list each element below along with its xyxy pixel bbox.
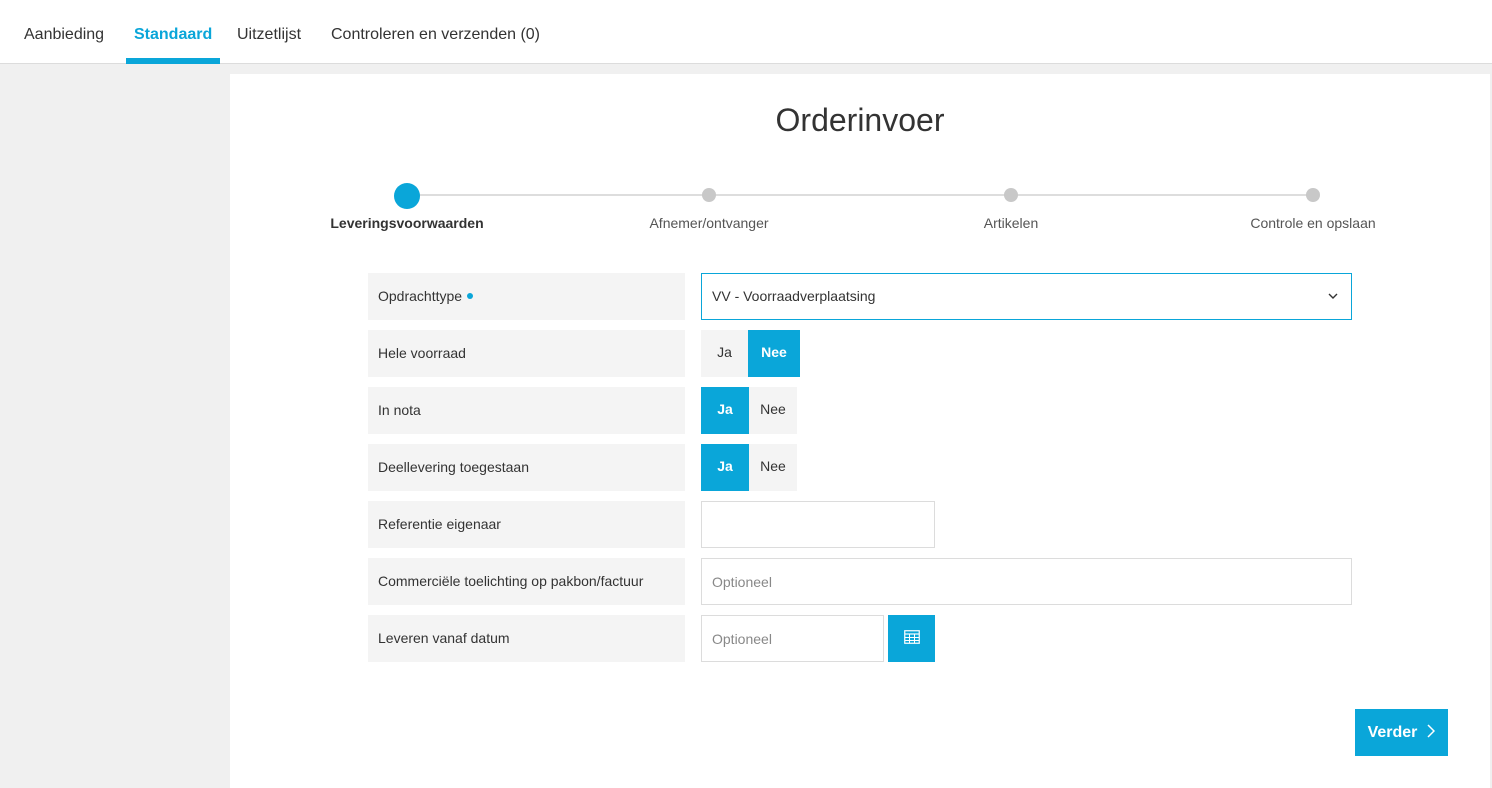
hele-voorraad-label: Hele voorraad (368, 330, 685, 377)
hele-voorraad-nee-option[interactable]: Nee (748, 330, 800, 377)
tab-uitzetlijst[interactable]: Uitzetlijst (229, 0, 309, 64)
referentie-eigenaar-input[interactable] (701, 501, 935, 548)
tab-aanbieding[interactable]: Aanbieding (16, 0, 112, 64)
leveren-vanaf-datum-input[interactable] (701, 615, 884, 662)
opdrachttype-label-text: Opdrachttype (378, 288, 463, 304)
stepper-track (406, 194, 1312, 196)
commerciele-toelichting-label: Commerciële toelichting op pakbon/factuu… (368, 558, 685, 605)
hele-voorraad-ja-option[interactable]: Ja (701, 330, 748, 377)
step-dot-leveringsvoorwaarden (394, 183, 420, 209)
referentie-eigenaar-label: Referentie eigenaar (368, 501, 685, 548)
opdrachttype-selected-value: VV - Voorraadverplaatsing (712, 288, 876, 304)
step-label-controle-en-opslaan: Controle en opslaan (1250, 215, 1376, 231)
verder-button-label: Verder (1367, 723, 1418, 741)
top-navigation: Aanbieding Standaard Uitzetlijst Control… (0, 0, 1492, 64)
leveren-vanaf-datum-label: Leveren vanaf datum (368, 615, 685, 662)
step-dot-afnemer-ontvanger (702, 188, 716, 202)
step-dot-controle-en-opslaan (1306, 188, 1320, 202)
commerciele-toelichting-input[interactable] (701, 558, 1352, 605)
calendar-button[interactable] (888, 615, 935, 662)
step-dot-artikelen (1004, 188, 1018, 202)
order-entry-panel: Orderinvoer Leveringsvoorwaarden Afnemer… (230, 74, 1490, 788)
deellevering-label: Deellevering toegestaan (368, 444, 685, 491)
deellevering-toggle: Ja Nee (701, 444, 797, 491)
opdrachttype-select[interactable]: VV - Voorraadverplaatsing (701, 273, 1352, 320)
chevron-down-icon (1327, 274, 1339, 338)
in-nota-label: In nota (368, 387, 685, 434)
in-nota-ja-option[interactable]: Ja (701, 387, 749, 434)
tab-controleren-en-verzenden[interactable]: Controleren en verzenden (0) (323, 0, 548, 64)
tab-standaard[interactable]: Standaard (126, 0, 221, 64)
in-nota-nee-option[interactable]: Nee (749, 387, 797, 434)
in-nota-toggle: Ja Nee (701, 387, 797, 434)
required-indicator (467, 293, 474, 299)
opdrachttype-label: Opdrachttype (368, 273, 685, 320)
verder-button[interactable]: Verder (1355, 709, 1448, 756)
step-label-artikelen: Artikelen (983, 215, 1039, 231)
deellevering-ja-option[interactable]: Ja (701, 444, 749, 491)
deellevering-nee-option[interactable]: Nee (749, 444, 797, 491)
hele-voorraad-toggle: Ja Nee (701, 330, 800, 377)
chevron-right-icon (1427, 722, 1436, 743)
step-label-afnemer-ontvanger: Afnemer/ontvanger (649, 215, 769, 231)
page-title: Orderinvoer (775, 102, 945, 138)
calendar-icon (903, 630, 920, 647)
step-label-leveringsvoorwaarden: Leveringsvoorwaarden (330, 215, 484, 231)
